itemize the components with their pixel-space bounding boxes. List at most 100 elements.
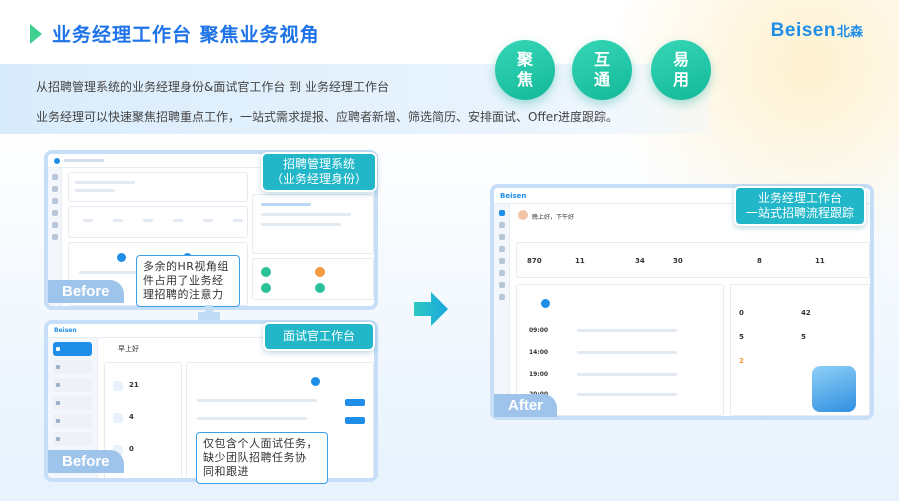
nav-icon[interactable] <box>51 198 58 204</box>
app-icon <box>54 157 60 164</box>
calendar-day-selected[interactable] <box>311 377 320 386</box>
greeting-text: 晚上好，下午好 <box>532 214 575 221</box>
circle-char: 易 <box>672 50 689 69</box>
mini-line <box>261 213 351 216</box>
nav-icon[interactable] <box>51 222 58 228</box>
nav-item[interactable] <box>53 396 92 410</box>
mini-line <box>173 219 183 222</box>
mini-quick-panel <box>68 206 248 238</box>
stat-value: 11 <box>815 257 825 265</box>
mini-line <box>64 159 104 162</box>
stat-value: 870 <box>527 257 542 265</box>
description-line-1: 从招聘管理系统的业务经理身份&面试官工作台 到 业务经理工作台 <box>36 80 389 94</box>
beisen-logo: Beisen 北森 <box>771 20 863 42</box>
nav-icon[interactable] <box>498 294 505 300</box>
todo-count: 42 <box>801 309 811 317</box>
circle-char: 通 <box>593 70 610 89</box>
mini-line <box>197 417 307 420</box>
callout-line: 招聘管理系统 <box>282 157 355 171</box>
mini-line <box>233 219 243 222</box>
schedule-time: 09:00 <box>529 327 549 334</box>
mini-line <box>75 189 115 192</box>
circle-focus: 聚 焦 <box>495 40 555 100</box>
mini-sidebar <box>494 204 510 416</box>
mini-brand: Beisen <box>500 191 527 200</box>
mini-line <box>197 399 317 402</box>
nav-icon[interactable] <box>51 210 58 216</box>
mini-line <box>261 223 341 226</box>
nav-item[interactable] <box>53 414 92 428</box>
note-line: 缺少团队招聘任务协 <box>203 451 307 464</box>
mini-line <box>577 329 677 332</box>
circle-char: 用 <box>672 70 689 89</box>
todo-count: 2 <box>739 357 744 365</box>
callout-line: 业务经理工作台 <box>757 191 842 205</box>
nav-icon[interactable] <box>498 246 505 252</box>
nav-icon[interactable] <box>498 222 505 228</box>
status-icon <box>261 267 271 277</box>
callout-line: （业务经理身份） <box>271 172 368 186</box>
mini-greeting-panel <box>68 172 248 202</box>
mini-line <box>83 219 93 222</box>
note-line: 同和跟进 <box>203 465 249 478</box>
calendar-day-selected[interactable] <box>117 253 126 262</box>
circle-char: 聚 <box>516 50 533 69</box>
circle-interop: 互 通 <box>572 40 632 100</box>
stat-value: 0 <box>129 445 134 453</box>
nav-item[interactable] <box>53 378 92 392</box>
stat-value: 30 <box>673 257 683 265</box>
mini-line <box>203 219 213 222</box>
mini-line <box>577 373 677 376</box>
mini-action-button[interactable] <box>345 399 365 406</box>
tag-before-1: Before <box>48 280 124 303</box>
mini-line <box>113 219 123 222</box>
callout-line: 一站式招聘流程跟踪 <box>745 206 854 220</box>
circle-char: 焦 <box>516 70 533 89</box>
nav-icon[interactable] <box>51 186 58 192</box>
note-line: 多余的HR视角组 <box>143 260 229 273</box>
page-title: 业务经理工作台 聚焦业务视角 <box>52 24 320 46</box>
nav-icon[interactable] <box>51 234 58 240</box>
nav-icon[interactable] <box>498 270 505 276</box>
stat-icon <box>113 381 123 391</box>
greeting-text: 早上好 <box>118 345 139 353</box>
nav-item[interactable] <box>53 432 92 446</box>
nav-item[interactable] <box>53 360 92 374</box>
mini-action-button[interactable] <box>345 417 365 424</box>
nav-icon[interactable] <box>51 174 58 180</box>
status-icon <box>315 283 325 293</box>
mini-line <box>75 181 135 184</box>
plus-icon-bar <box>198 312 220 320</box>
mini-line <box>261 203 311 206</box>
mini-hr-component-panel <box>252 258 374 300</box>
note-line: 理招聘的注意力 <box>143 288 224 301</box>
nav-icon[interactable] <box>498 282 505 288</box>
nav-icon[interactable] <box>498 258 505 264</box>
todo-count: 5 <box>801 333 806 341</box>
stat-value: 8 <box>757 257 762 265</box>
circle-easy: 易 用 <box>651 40 711 100</box>
mini-stats-panel: 870 11 34 30 8 11 <box>516 242 870 278</box>
logo-text: Beisen <box>770 20 836 41</box>
note-extra-hr-components: 多余的HR视角组 件占用了业务经 理招聘的注意力 <box>136 255 240 307</box>
mini-todo-panel <box>252 194 374 254</box>
stat-value: 21 <box>129 381 139 389</box>
status-icon <box>315 267 325 277</box>
callout-manager-workbench: 业务经理工作台 一站式招聘流程跟踪 <box>734 186 866 226</box>
todo-count: 0 <box>739 309 744 317</box>
nav-icon[interactable] <box>498 210 505 216</box>
tag-after: After <box>494 394 558 417</box>
stat-value: 34 <box>635 257 645 265</box>
stat-value: 4 <box>129 413 134 421</box>
nav-item[interactable] <box>53 342 92 356</box>
mini-line <box>577 393 677 396</box>
nav-icon[interactable] <box>498 234 505 240</box>
description-line-2: 业务经理可以快速聚焦招聘重点工作，一站式需求提报、应聘者新增、筛选简历、安排面试… <box>36 110 619 124</box>
stat-value: 11 <box>575 257 585 265</box>
avatar[interactable] <box>518 210 528 220</box>
illustration-person <box>812 366 856 412</box>
note-line: 件占用了业务经 <box>143 274 224 287</box>
calendar-day-selected[interactable] <box>541 299 550 308</box>
schedule-time: 19:00 <box>529 371 549 378</box>
mini-brand: Beisen <box>54 327 77 334</box>
